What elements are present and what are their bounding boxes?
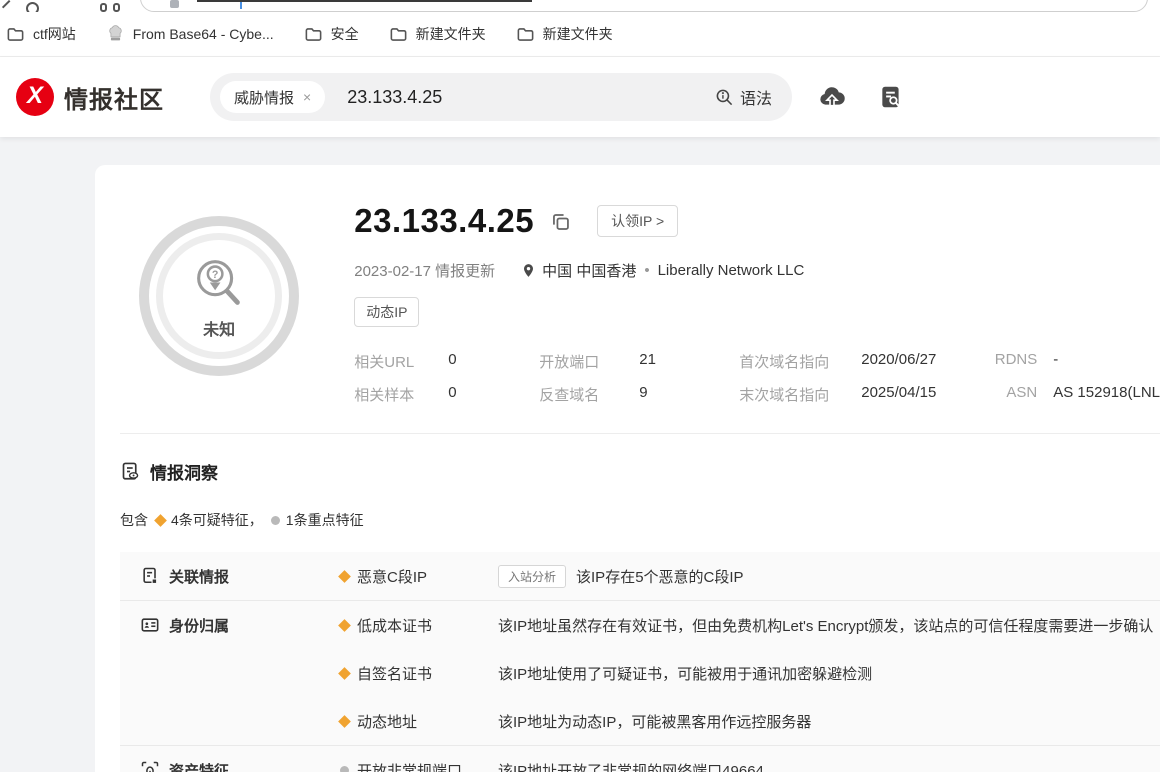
folder-icon — [7, 27, 24, 41]
bookmark-label: 安全 — [330, 26, 359, 42]
intel-updated: 2023-02-17 情报更新 — [354, 263, 496, 280]
ip-meta-row: 2023-02-17 情报更新 中国 中国香港 • Liberally Netw… — [354, 262, 805, 280]
folder-icon — [390, 27, 407, 41]
suspicious-diamond-icon — [338, 714, 351, 728]
related-intel-icon — [143, 567, 158, 585]
brand-name: 情报社区 — [64, 86, 164, 114]
bookmark-label: From Base64 - Cybe... — [132, 26, 274, 42]
search-input[interactable]: 23.133.4.25 — [347, 87, 442, 108]
search-type-tag[interactable]: 威胁情报 × — [220, 81, 326, 113]
stat-related-url: 相关URL 0 — [354, 351, 457, 371]
key-count: 1条重点特征 — [285, 512, 364, 528]
insight-table: 关联情报 恶意C段IP 入站分析 该IP存在5个恶意的C段IP 身份归属 低成本… — [120, 552, 1160, 772]
feature-self-signed-cert: 自签名证书 该IP地址使用了可疑证书，可能被用于通讯加密躲避检测 — [338, 649, 1160, 697]
site-favicon — [170, 0, 179, 8]
location-pin-icon — [521, 263, 536, 278]
table-row-related-intel: 关联情报 恶意C段IP 入站分析 该IP存在5个恶意的C段IP — [120, 552, 1160, 601]
active-tab-edge — [197, 0, 532, 2]
verdict-label: 未知 — [203, 321, 236, 339]
feature-low-cost-cert: 低成本证书 该IP地址虽然存在有效证书，但由免费机构Let's Encrypt颁… — [338, 601, 1160, 649]
insight-section-title: 情报洞察 — [150, 464, 218, 483]
browser-chrome-strip — [0, 0, 1160, 12]
section-divider — [120, 433, 1160, 434]
refresh-icon[interactable] — [26, 2, 39, 12]
folder-icon — [517, 27, 534, 41]
ip-profile-section: ? 未知 23.133.4.25 认领IP > 2023-02-17 情报更新 … — [120, 190, 1160, 405]
stat-asn: ASNAS 152918(LNL-AS-A — [1006, 384, 1160, 401]
suspicious-diamond-icon — [338, 618, 351, 632]
bookmark-label: 新建文件夹 — [415, 26, 486, 42]
syntax-magnifier-icon — [716, 89, 733, 105]
inbound-analysis-badge[interactable]: 入站分析 — [498, 564, 567, 588]
threatbook-x-icon: X — [16, 78, 54, 116]
feature-unusual-port: 开放非常规端口 该IP地址开放了非常规的网络端口49664 — [340, 746, 1160, 772]
bookmark-cyberchef[interactable]: From Base64 - Cybe... — [106, 24, 274, 44]
verdict-avatar: ? 未知 — [120, 190, 318, 405]
suspicious-count: 4条可疑特征， — [171, 512, 263, 528]
syntax-button[interactable]: 语法 — [715, 85, 772, 109]
search-tag-label: 威胁情报 — [234, 89, 295, 107]
ip-report-card: ? 未知 23.133.4.25 认领IP > 2023-02-17 情报更新 … — [95, 165, 1160, 772]
key-dot-icon — [340, 765, 349, 772]
page-background: ? 未知 23.133.4.25 认领IP > 2023-02-17 情报更新 … — [0, 137, 1160, 772]
unknown-magnifier-icon: ? — [197, 259, 240, 305]
geo-location: 中国 中国香港 — [542, 263, 637, 280]
insight-doc-eye-icon — [122, 462, 139, 480]
ip-info: 23.133.4.25 认领IP > 2023-02-17 情报更新 中国 中国… — [318, 190, 1160, 405]
page-title-ip: 23.133.4.25 — [354, 202, 535, 239]
site-header: X 情报社区 威胁情报 × 23.133.4.25 语法 — [0, 57, 1160, 137]
report-search-icon[interactable] — [878, 84, 904, 110]
bookmarks-bar: ctf网站 From Base64 - Cybe... 安全 新建文件夹 新建文… — [0, 12, 1160, 57]
stat-rdns: RDNS - — [994, 351, 1059, 368]
verdict-ring: ? 未知 — [139, 216, 300, 376]
claim-ip-button[interactable]: 认领IP > — [597, 205, 679, 237]
search-bar[interactable]: 威胁情报 × 23.133.4.25 语法 — [210, 73, 792, 121]
chef-hat-icon — [109, 24, 122, 40]
suspicious-diamond-icon — [154, 513, 167, 527]
svg-text:?: ? — [212, 269, 219, 281]
bookmark-ctf[interactable]: ctf网站 — [6, 24, 76, 44]
tag-close-icon[interactable]: × — [303, 89, 311, 105]
folder-icon — [305, 27, 322, 41]
feature-dynamic-address: 动态地址 该IP地址为动态IP，可能被黑客用作远控服务器 — [338, 697, 1160, 745]
stat-first-domain: 首次域名指向 2020/06/27 — [739, 351, 937, 371]
ip-stats: 相关URL 0 开放端口 21 首次域名指向 2020/06/27 RDNS - 相关样… — [354, 351, 1160, 405]
id-card-icon — [141, 618, 159, 632]
bookmark-label: 新建文件夹 — [542, 26, 613, 42]
dynamic-ip-tag[interactable]: 动态IP — [354, 297, 420, 327]
back-arrow-icon[interactable] — [1, 0, 17, 12]
stat-last-domain: 末次域名指向 2025/04/15 — [739, 384, 937, 404]
stat-open-ports: 开放端口 21 — [539, 351, 656, 371]
syntax-label: 语法 — [739, 91, 772, 108]
header-icons — [818, 83, 904, 111]
bookmark-security[interactable]: 安全 — [304, 24, 359, 44]
key-dot-icon — [270, 515, 280, 525]
insight-summary: 包含 4条可疑特征， 1条重点特征 — [120, 512, 364, 528]
site-logo[interactable]: X 情报社区 — [16, 78, 164, 116]
isp-name: Liberally Network LLC — [657, 262, 805, 279]
copy-icon[interactable] — [550, 211, 571, 232]
upload-cloud-icon[interactable] — [818, 83, 846, 111]
stat-related-samples: 相关样本 0 — [354, 384, 457, 404]
bookmark-new-folder-2[interactable]: 新建文件夹 — [516, 24, 613, 44]
bookmark-new-folder-1[interactable]: 新建文件夹 — [389, 24, 486, 44]
extensions-icon[interactable] — [100, 3, 122, 12]
fingerprint-icon — [141, 761, 159, 772]
suspicious-diamond-icon — [338, 666, 351, 680]
feature-malicious-c-segment: 恶意C段IP 入站分析 该IP存在5个恶意的C段IP — [338, 552, 1160, 600]
suspicious-diamond-icon — [338, 569, 351, 583]
stat-reverse-domains: 反查域名 9 — [539, 384, 648, 404]
table-row-identity: 身份归属 低成本证书 该IP地址虽然存在有效证书，但由免费机构Let's Enc… — [120, 601, 1160, 746]
table-row-asset: 资产特征 开放非常规端口 该IP地址开放了非常规的网络端口49664 — [120, 746, 1160, 772]
bookmark-label: ctf网站 — [33, 26, 76, 42]
